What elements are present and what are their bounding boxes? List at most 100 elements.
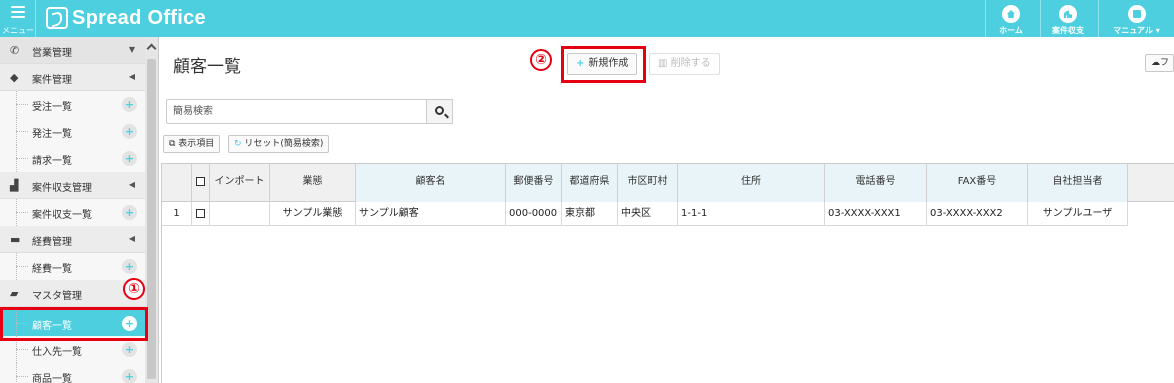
hamburger-icon xyxy=(11,6,25,21)
tag-icon: ◆ xyxy=(10,71,19,84)
display-items-button[interactable]: ⧉ 表示項目 xyxy=(163,135,221,153)
header-phone[interactable]: 電話番号 xyxy=(825,164,927,202)
sidebar-group-label: 経費管理 xyxy=(32,237,72,248)
phone-icon: ✆ xyxy=(10,44,20,57)
sidebar-group-label: 営業管理 xyxy=(32,48,72,59)
header-postal-code[interactable]: 郵便番号 xyxy=(506,164,562,202)
app-logo[interactable]: Spread Office xyxy=(46,6,206,30)
sidebar-item-project-balance-list[interactable]: 案件収支一覧 + xyxy=(0,199,145,226)
nav-project-balance[interactable]: 案件収支 xyxy=(1040,0,1095,37)
sidebar-item-products[interactable]: 商品一覧 + xyxy=(0,363,145,383)
folder-open-icon: ▰ xyxy=(10,287,19,300)
sidebar-item-label: 経費一覧 xyxy=(32,264,72,275)
highlight-box-step1 xyxy=(0,307,148,341)
top-bar: メニュー Spread Office ホーム 案件収支 マニュアル ▾ xyxy=(0,0,1174,37)
sidebar-group-project-balance[interactable]: ▟ 案件収支管理 ◀ xyxy=(0,172,145,199)
cut-off-label: フ xyxy=(1160,58,1170,68)
sidebar-item-purchase-orders[interactable]: 発注一覧 + xyxy=(0,118,145,145)
main-content: 顧客一覧 ② + 新規作成 ▥ 削除する ☁フ 簡易検索 ⧉ 表示項目 ↻ リセッ… xyxy=(161,37,1174,383)
search-button[interactable] xyxy=(426,99,453,124)
header-staff[interactable]: 自社担当者 xyxy=(1028,164,1128,202)
add-icon[interactable]: + xyxy=(122,124,137,139)
plus-icon: + xyxy=(576,58,585,69)
cell-customer-name[interactable]: サンプル顧客 xyxy=(356,202,506,226)
add-icon[interactable]: + xyxy=(122,97,137,112)
search-input[interactable]: 簡易検索 xyxy=(166,99,429,124)
header-fax[interactable]: FAX番号 xyxy=(927,164,1028,202)
sidebar-item-label: 仕入先一覧 xyxy=(32,347,82,358)
menu-button[interactable]: メニュー xyxy=(0,0,36,37)
sidebar-item-invoices[interactable]: 請求一覧 + xyxy=(0,145,145,172)
sidebar-item-label: 発注一覧 xyxy=(32,129,72,140)
trash-icon: ▥ xyxy=(658,58,671,69)
caret-left-icon: ◀ xyxy=(128,72,135,81)
step1-marker: ① xyxy=(123,278,145,300)
sidebar-item-label: 請求一覧 xyxy=(32,156,72,167)
home-icon xyxy=(1002,5,1020,23)
scroll-up-icon[interactable] xyxy=(146,43,157,54)
cell-postal-code: 000-0000 xyxy=(506,202,562,226)
sidebar-item-orders-received[interactable]: 受注一覧 + xyxy=(0,91,145,118)
new-create-button[interactable]: + 新規作成 xyxy=(567,53,638,75)
add-icon[interactable]: + xyxy=(122,259,137,274)
new-create-label: 新規作成 xyxy=(588,58,629,69)
display-items-label: 表示項目 xyxy=(178,139,215,149)
sidebar-group-sales[interactable]: ✆ 営業管理 ▼ xyxy=(0,37,145,64)
header-business-type[interactable]: 業態 xyxy=(270,164,356,202)
sidebar-item-label: 案件収支一覧 xyxy=(32,210,92,221)
cell-fax: 03-XXXX-XXX2 xyxy=(927,202,1028,226)
cell-phone: 03-XXXX-XXX1 xyxy=(825,202,927,226)
sidebar-group-label: 案件収支管理 xyxy=(32,183,92,194)
cell-city: 中央区 xyxy=(618,202,678,226)
cell-staff: サンプルユーザ xyxy=(1028,202,1128,226)
bar-chart-icon xyxy=(1059,5,1077,23)
add-icon[interactable]: + xyxy=(122,205,137,220)
book-icon xyxy=(1127,5,1146,23)
add-icon[interactable]: + xyxy=(122,369,137,383)
sidebar-group-expenses[interactable]: ▬ 経費管理 ◀ xyxy=(0,226,145,253)
add-icon[interactable]: + xyxy=(122,151,137,166)
caret-left-icon: ◀ xyxy=(128,234,135,243)
scrollbar-thumb[interactable] xyxy=(147,59,156,379)
sidebar-group-label: マスタ管理 xyxy=(32,291,82,302)
row-checkbox[interactable] xyxy=(196,208,205,218)
add-icon[interactable]: + xyxy=(122,342,137,357)
nav-home[interactable]: ホーム xyxy=(985,0,1036,37)
cell-address: 1-1-1 xyxy=(678,202,825,226)
row-checkbox-cell[interactable] xyxy=(192,202,210,226)
header-prefecture[interactable]: 都道府県 xyxy=(562,164,618,202)
logo-text: Spread Office xyxy=(72,6,206,29)
credit-card-icon: ▬ xyxy=(10,233,21,246)
header-city[interactable]: 市区町村 xyxy=(618,164,678,202)
sidebar-item-expenses-list[interactable]: 経費一覧 + xyxy=(0,253,145,280)
refresh-icon: ↻ xyxy=(234,139,245,149)
delete-button[interactable]: ▥ 削除する xyxy=(649,53,720,75)
reset-button[interactable]: ↻ リセット(簡易検索) xyxy=(228,135,330,153)
logo-mark-icon xyxy=(46,7,68,29)
sidebar-group-projects[interactable]: ◆ 案件管理 ◀ xyxy=(0,64,145,91)
cell-prefecture: 東京都 xyxy=(562,202,618,226)
sidebar-group-label: 案件管理 xyxy=(32,75,72,86)
nav-home-label: ホーム xyxy=(999,26,1023,35)
step2-marker: ② xyxy=(530,49,552,71)
table-row[interactable]: 1 サンプル業態 サンプル顧客 000-0000 東京都 中央区 1-1-1 0… xyxy=(162,202,1128,226)
external-link-icon: ⧉ xyxy=(169,139,179,149)
caret-left-icon: ◀ xyxy=(128,180,135,189)
caret-down-icon: ▼ xyxy=(128,45,135,54)
nav-manual-label: マニュアル ▾ xyxy=(1113,26,1160,35)
search-icon xyxy=(435,106,444,115)
sidebar-item-label: 受注一覧 xyxy=(32,102,72,113)
cloud-icon: ☁ xyxy=(1151,58,1160,68)
select-all-checkbox[interactable] xyxy=(196,176,205,186)
header-address[interactable]: 住所 xyxy=(678,164,825,202)
cell-business-type: サンプル業態 xyxy=(270,202,356,226)
header-select-all[interactable] xyxy=(192,164,210,202)
header-customer-name[interactable]: 顧客名 xyxy=(356,164,506,202)
sidebar-item-label: 商品一覧 xyxy=(32,374,72,383)
menu-label: メニュー xyxy=(2,26,34,35)
nav-manual[interactable]: マニュアル ▾ xyxy=(1098,0,1174,37)
cut-off-button[interactable]: ☁フ xyxy=(1145,54,1174,72)
nav-project-balance-label: 案件収支 xyxy=(1052,26,1084,35)
row-number: 1 xyxy=(162,202,192,226)
header-import[interactable]: インポート xyxy=(210,164,270,202)
